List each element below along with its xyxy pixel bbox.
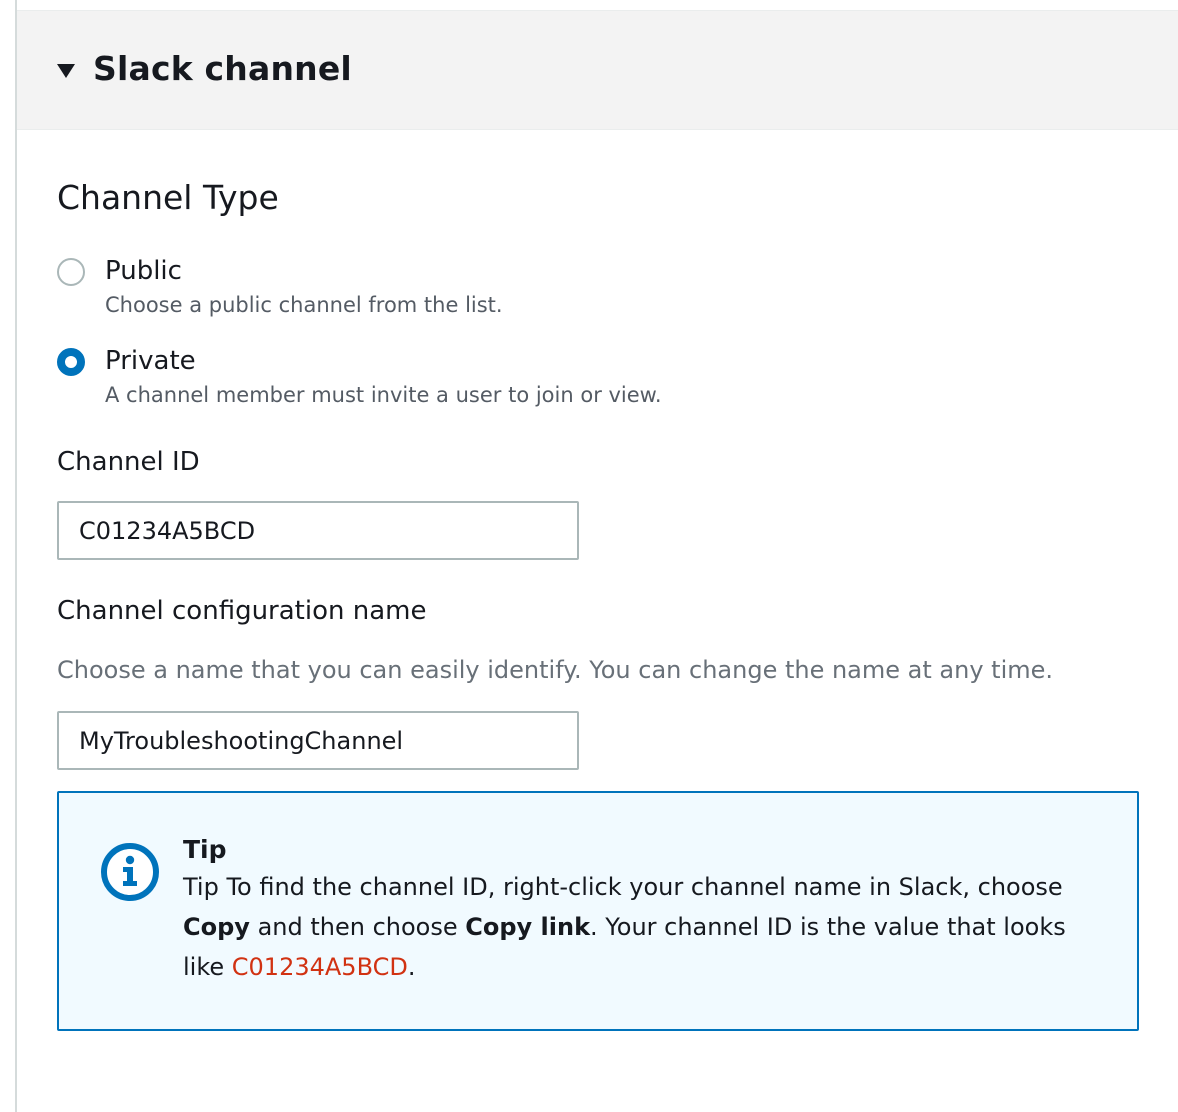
channel-id-input[interactable]: [57, 501, 579, 560]
public-radio-text: Public Choose a public channel from the …: [105, 256, 503, 318]
panel-header: Slack channel: [17, 10, 1178, 130]
caret-down-icon[interactable]: [57, 63, 75, 78]
slack-channel-panel: Slack channel Channel Type Public Choose…: [0, 0, 1178, 1112]
tip-text-1: Tip To find the channel ID, right-click …: [183, 873, 1063, 901]
radio-option-private[interactable]: Private A channel member must invite a u…: [57, 346, 662, 408]
info-icon: [101, 843, 159, 901]
config-name-description: Choose a name that you can easily identi…: [57, 656, 1054, 684]
public-radio-label[interactable]: Public: [105, 256, 503, 286]
tip-content: Tip Tip To find the channel ID, right-cl…: [183, 833, 1083, 987]
slack-channel-expand-toggle[interactable]: Slack channel: [57, 49, 352, 88]
tip-bold-copy-link: Copy link: [465, 913, 591, 941]
private-radio-button[interactable]: [57, 348, 85, 376]
tip-title: Tip: [183, 835, 227, 864]
private-radio-label[interactable]: Private: [105, 346, 662, 376]
panel-left-border: [0, 0, 17, 1112]
channel-type-heading: Channel Type: [57, 178, 279, 217]
public-radio-button[interactable]: [57, 258, 85, 286]
tip-text-4: .: [407, 953, 416, 981]
private-radio-description: A channel member must invite a user to j…: [105, 383, 662, 407]
panel-top-border: [17, 0, 1178, 10]
tip-alert: Tip Tip To find the channel ID, right-cl…: [57, 791, 1139, 1031]
tip-body: Tip To find the channel ID, right-click …: [183, 867, 1083, 987]
panel-title: Slack channel: [93, 49, 352, 88]
tip-text-2: and then choose: [249, 913, 466, 941]
tip-channel-id-example: C01234A5BCD: [231, 953, 408, 981]
private-radio-text: Private A channel member must invite a u…: [105, 346, 662, 408]
tip-bold-copy: Copy: [183, 913, 250, 941]
channel-id-label: Channel ID: [57, 447, 200, 477]
config-name-label: Channel configuration name: [57, 596, 427, 626]
public-radio-description: Choose a public channel from the list.: [105, 293, 503, 317]
config-name-input[interactable]: [57, 711, 579, 770]
radio-option-public[interactable]: Public Choose a public channel from the …: [57, 256, 503, 318]
